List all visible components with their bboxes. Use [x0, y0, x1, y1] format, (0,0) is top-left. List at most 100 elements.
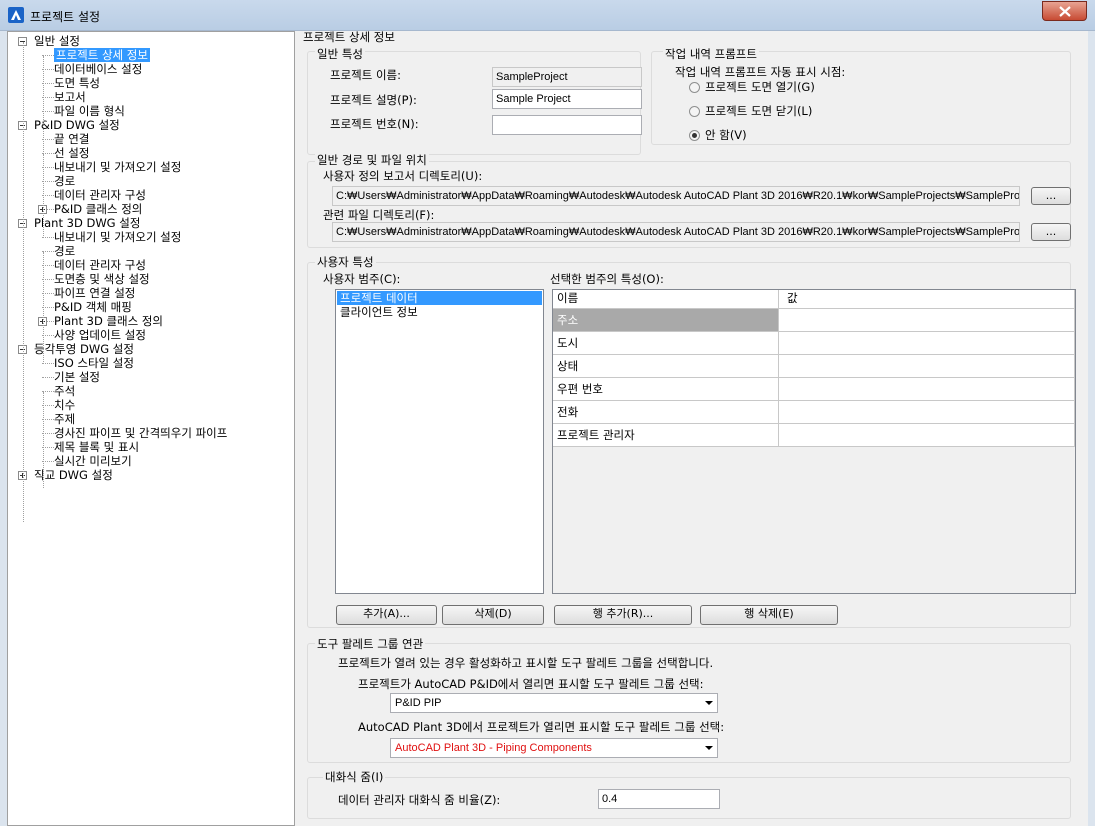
tree-item[interactable]: 내보내기 및 가져오기 설정	[54, 160, 181, 174]
tree-category[interactable]: Plant 3D DWG 설정	[34, 216, 140, 230]
grid-row-name[interactable]: 도시	[553, 332, 779, 355]
grid-header-value: 값	[779, 290, 1075, 309]
tree-item[interactable]: 경로	[54, 174, 75, 188]
tree-item[interactable]: ISO 스타일 설정	[54, 356, 134, 370]
tree-item[interactable]: P&ID 객체 매핑	[54, 300, 132, 314]
tree-connector	[42, 363, 54, 364]
tool-palette-title: 도구 팔레트 그룹 연관	[315, 636, 426, 652]
grid-row-name[interactable]: 상태	[553, 355, 779, 378]
tree-category[interactable]: P&ID DWG 설정	[34, 118, 120, 132]
tree-item[interactable]: 내보내기 및 가져오기 설정	[54, 230, 181, 244]
tree-item-label: Plant 3D 클래스 정의	[54, 314, 164, 328]
category-list-item[interactable]: 클라이언트 정보	[337, 305, 542, 319]
zoom-ratio-label: 데이터 관리자 대화식 줌 비율(Z):	[338, 793, 501, 807]
tree-item[interactable]: 주석	[54, 384, 75, 398]
tree-item[interactable]: 도면층 및 색상 설정	[54, 272, 150, 286]
project-number-field[interactable]	[492, 115, 642, 135]
pid-palette-select[interactable]: P&ID PIP	[390, 693, 718, 713]
related-dir-browse-button[interactable]: ...	[1031, 223, 1071, 241]
grid-row-value[interactable]	[779, 355, 1075, 378]
tree-item-label: 경사진 파이프 및 간격띄우기 파이프	[54, 426, 228, 440]
tree-connector	[42, 237, 54, 238]
properties-grid[interactable]: 이름 값 주소 도시 상태 우편 번호 전화 프로젝트 관리자	[552, 289, 1076, 594]
add-row-button[interactable]: 행 추가(R)...	[554, 605, 692, 625]
tree-item[interactable]: 보고서	[54, 90, 86, 104]
pid-palette-value: P&ID PIP	[395, 697, 442, 709]
tree-item[interactable]: P&ID 클래스 정의	[54, 202, 142, 216]
grid-row-name[interactable]: 주소	[553, 309, 779, 332]
tree-item[interactable]: 데이터베이스 설정	[54, 62, 142, 76]
grid-row-name[interactable]: 프로젝트 관리자	[553, 424, 779, 447]
tree-item-label: 제목 블록 및 표시	[54, 440, 140, 454]
tree-item[interactable]: 데이터 관리자 구성	[54, 258, 146, 272]
tree-item-label: 기본 설정	[54, 370, 100, 384]
tree-item-label: ISO 스타일 설정	[54, 356, 134, 370]
tree-item[interactable]: 주제	[54, 412, 75, 426]
tree-category[interactable]: 일반 설정	[34, 34, 80, 48]
tree-item[interactable]: 실시간 미리보기	[54, 454, 132, 468]
tree-item[interactable]: 기본 설정	[54, 370, 100, 384]
project-name-field: SampleProject	[492, 67, 642, 87]
tree-item[interactable]: 끝 연결	[54, 132, 89, 146]
delete-row-button[interactable]: 행 삭제(E)	[700, 605, 838, 625]
tree-item[interactable]: 데이터 관리자 구성	[54, 188, 146, 202]
tree-item-label: 치수	[54, 398, 76, 412]
tree-item-label: 선 설정	[54, 146, 90, 160]
settings-tree[interactable]: 일반 설정 프로젝트 상세 정보 데이터베이스 설정 도면 특성 보고서 파일 이름 형식…	[7, 31, 295, 826]
categories-list[interactable]: 프로젝트 데이터 클라이언트 정보	[335, 289, 544, 594]
tree-item-label: 주제	[54, 412, 76, 426]
grid-row-value[interactable]	[779, 309, 1075, 332]
project-name-label: 프로젝트 이름:	[330, 68, 402, 82]
add-category-button[interactable]: 추가(A)...	[336, 605, 437, 625]
tree-item[interactable]: 파일 이름 형식	[54, 104, 125, 118]
tree-guide-line	[43, 56, 44, 152]
tree-item[interactable]: 경사진 파이프 및 간격띄우기 파이프	[54, 426, 227, 440]
tree-guide-line	[23, 42, 24, 522]
tree-item-label: 사양 업데이트 설정	[54, 328, 146, 342]
tree-item-label: 프로젝트 상세 정보	[54, 48, 150, 62]
report-dir-browse-button[interactable]: ...	[1031, 187, 1071, 205]
tree-category[interactable]: 등각투영 DWG 설정	[34, 342, 134, 356]
tree-item[interactable]: 선 설정	[54, 146, 89, 160]
dialog-client: 일반 설정 프로젝트 상세 정보 데이터베이스 설정 도면 특성 보고서 파일 이름 형식…	[7, 30, 1088, 826]
tree-item-label: 파이프 연결 설정	[54, 286, 136, 300]
tree-item[interactable]: Plant 3D 클래스 정의	[54, 314, 163, 328]
general-properties-title: 일반 특성	[315, 46, 365, 62]
tree-item[interactable]: 파이프 연결 설정	[54, 286, 135, 300]
category-list-item[interactable]: 프로젝트 데이터	[337, 291, 542, 305]
user-properties-title: 사용자 특성	[315, 254, 376, 270]
grid-row-value[interactable]	[779, 401, 1075, 424]
report-dir-field: C:₩Users₩Administrator₩AppData₩Roaming₩A…	[332, 186, 1020, 206]
tree-item[interactable]: 프로젝트 상세 정보	[54, 48, 150, 62]
tree-item-label: 경로	[54, 174, 76, 188]
grid-row-name[interactable]: 전화	[553, 401, 779, 424]
grid-row-value[interactable]	[779, 378, 1075, 401]
project-description-field[interactable]: Sample Project	[492, 89, 642, 109]
tree-item[interactable]: 도면 특성	[54, 76, 100, 90]
plant-palette-select[interactable]: AutoCAD Plant 3D - Piping Components	[390, 738, 718, 758]
delete-category-button[interactable]: 삭제(D)	[442, 605, 544, 625]
prompt-option-radio[interactable]	[689, 82, 700, 93]
zoom-ratio-field[interactable]: 0.4	[598, 789, 720, 809]
tree-item[interactable]: 치수	[54, 398, 75, 412]
prompt-option-radio[interactable]	[689, 130, 700, 141]
tree-item[interactable]: 경로	[54, 244, 75, 258]
prompt-option-label[interactable]: 프로젝트 도면 닫기(L)	[705, 103, 812, 119]
tree-item-label: 주석	[54, 384, 76, 398]
tree-item-label: 경로	[54, 244, 76, 258]
prompt-option-radio[interactable]	[689, 106, 700, 117]
interactive-zoom-title: 대화식 줌(I)	[323, 769, 386, 785]
grid-row-name[interactable]: 우편 번호	[553, 378, 779, 401]
tree-item-label: 보고서	[54, 90, 86, 104]
close-button[interactable]	[1042, 1, 1087, 21]
prompt-option-label[interactable]: 안 함(V)	[705, 127, 747, 143]
grid-row-value[interactable]	[779, 424, 1075, 447]
grid-row-value[interactable]	[779, 332, 1075, 355]
tree-item[interactable]: 제목 블록 및 표시	[54, 440, 139, 454]
tree-item[interactable]: 사양 업데이트 설정	[54, 328, 146, 342]
tree-item-label: 일반 설정	[34, 34, 80, 48]
prompt-option-label[interactable]: 프로젝트 도면 열기(G)	[705, 79, 815, 95]
tree-category[interactable]: 직교 DWG 설정	[34, 468, 113, 482]
app-logo-icon	[8, 7, 24, 23]
tree-item-label: 파일 이름 형식	[54, 104, 125, 118]
